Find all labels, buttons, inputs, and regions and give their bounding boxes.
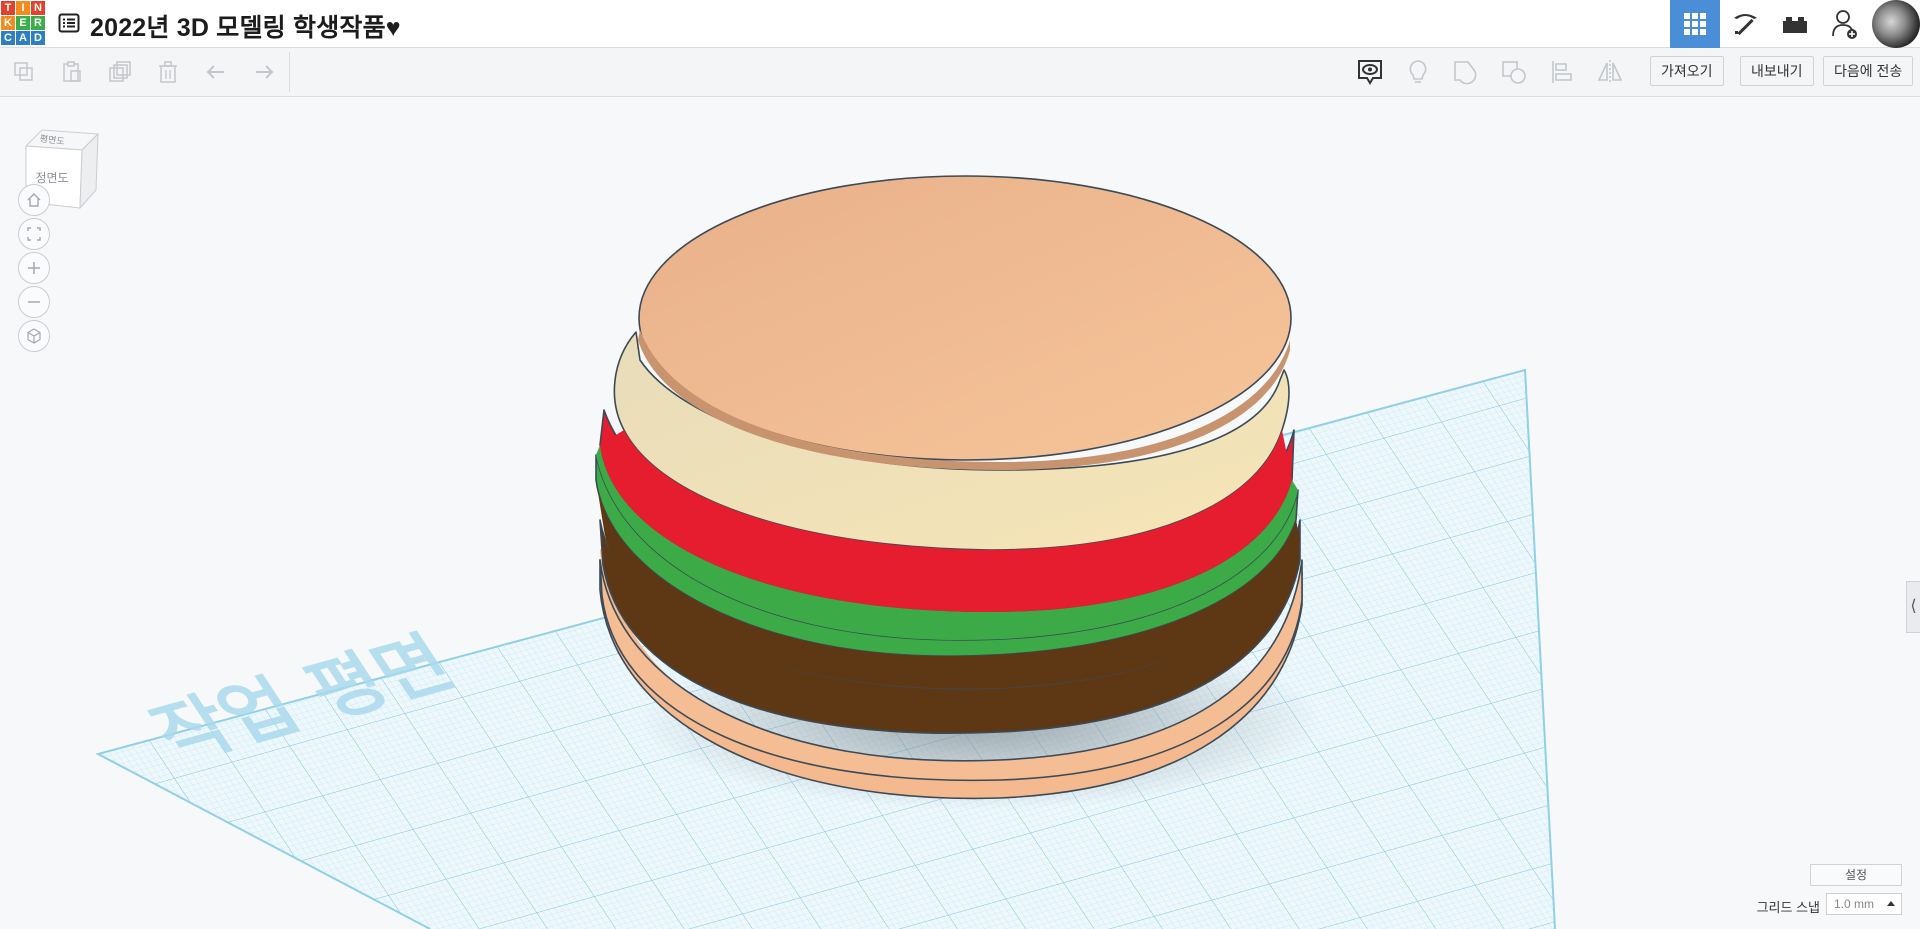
view-cube-front-label[interactable]: 정면도	[35, 171, 68, 185]
logo-letter: D	[31, 31, 45, 45]
align-icon	[1552, 61, 1572, 83]
logo-letter: I	[16, 1, 30, 15]
import-button[interactable]: 가져오기	[1650, 56, 1724, 86]
top-bun-layer[interactable]	[638, 175, 1292, 461]
lightbulb-icon	[1409, 60, 1427, 83]
tinkercad-logo[interactable]: T I N K E R C A D	[1, 1, 46, 46]
top-right-toolbar	[1670, 0, 1920, 48]
ungroup-button[interactable]	[1490, 48, 1538, 96]
redo-button[interactable]	[240, 48, 288, 96]
logo-letter: A	[16, 31, 30, 45]
show-all-button[interactable]	[1346, 48, 1394, 96]
3d-design-view-button[interactable]	[1670, 0, 1720, 48]
blocks-view-button[interactable]	[1720, 0, 1770, 48]
cube-icon	[27, 328, 41, 344]
trash-icon	[159, 61, 177, 83]
send-to-button[interactable]: 다음에 전송	[1823, 56, 1914, 86]
duplicate-button[interactable]	[96, 48, 144, 96]
logo-letter: R	[31, 16, 45, 30]
design-list-icon[interactable]	[58, 12, 80, 34]
pickaxe-icon	[1734, 14, 1757, 36]
settings-button[interactable]: 설정	[1810, 864, 1902, 886]
user-avatar[interactable]	[1872, 0, 1920, 48]
logo-letter: K	[1, 16, 15, 30]
paste-icon	[63, 61, 81, 82]
paste-button[interactable]	[48, 48, 96, 96]
toolbar-divider	[289, 52, 290, 92]
perspective-toggle-button[interactable]	[18, 320, 50, 352]
edit-toolbar: 가져오기 내보내기 다음에 전송	[0, 48, 1920, 97]
home-view-button[interactable]	[18, 184, 50, 216]
grid-icon	[1684, 13, 1706, 35]
export-button[interactable]: 내보내기	[1740, 56, 1814, 86]
caret-up-icon	[1887, 901, 1895, 906]
grid-snap-select[interactable]: 1.0 mm	[1826, 893, 1902, 915]
copy-icon	[14, 62, 33, 81]
plus-icon	[28, 262, 40, 274]
grid-snap-value: 1.0 mm	[1834, 897, 1875, 911]
chevron-left-icon: ⟨	[1910, 598, 1917, 615]
copy-button[interactable]	[0, 48, 48, 96]
bricks-view-button[interactable]	[1770, 0, 1820, 48]
minus-icon	[28, 301, 40, 303]
duplicate-icon	[109, 61, 131, 82]
add-user-icon	[1832, 10, 1857, 39]
invite-user-button[interactable]	[1820, 0, 1870, 48]
fit-view-button[interactable]	[18, 218, 50, 250]
redo-icon	[256, 65, 274, 79]
undo-button[interactable]	[192, 48, 240, 96]
3d-viewport[interactable]: 작업 평면 평면도 정면도 ⟨ 설정 그리드 스냅 1.0 mm	[0, 97, 1920, 929]
logo-letter: N	[31, 1, 45, 15]
mirror-icon	[1597, 60, 1623, 84]
zoom-out-button[interactable]	[18, 286, 50, 318]
notes-button[interactable]	[1394, 48, 1442, 96]
brick-icon	[1783, 17, 1807, 33]
logo-letter: E	[16, 16, 30, 30]
eye-bubble-icon	[1358, 60, 1382, 85]
undo-icon	[206, 65, 224, 79]
group-button[interactable]	[1442, 48, 1490, 96]
shapes-panel-toggle[interactable]: ⟨	[1906, 581, 1920, 633]
scene-canvas[interactable]: 작업 평면	[0, 97, 1920, 929]
mirror-button[interactable]	[1586, 48, 1634, 96]
zoom-in-button[interactable]	[18, 252, 50, 284]
fit-view-icon	[27, 227, 41, 241]
logo-letter: C	[1, 31, 15, 45]
ungroup-shapes-icon	[1502, 61, 1526, 84]
align-button[interactable]	[1538, 48, 1586, 96]
home-icon	[27, 193, 41, 207]
top-bar: T I N K E R C A D 2022년 3D 모델링 학생작품♥	[0, 0, 1920, 48]
group-shapes-icon	[1454, 61, 1477, 85]
delete-button[interactable]	[144, 48, 192, 96]
grid-snap-label: 그리드 스냅	[1756, 900, 1820, 915]
design-title[interactable]: 2022년 3D 모델링 학생작품♥	[90, 8, 401, 44]
logo-letter: T	[1, 1, 15, 15]
